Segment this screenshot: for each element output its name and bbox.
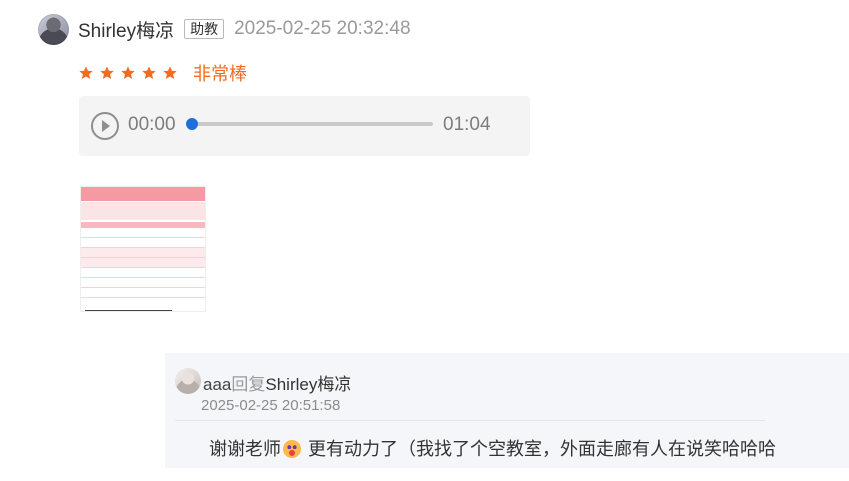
rating-label: 非常棒 — [193, 64, 247, 84]
reply-divider — [175, 420, 765, 421]
star-rating: 非常棒 — [78, 60, 247, 86]
thumb-table-row — [81, 288, 205, 298]
audio-progress-track[interactable] — [189, 122, 433, 126]
thumb-footer-text — [85, 300, 172, 311]
reply-text-part: 谢谢老师 — [209, 439, 281, 459]
thumb-table-row — [81, 258, 205, 268]
play-icon[interactable] — [91, 112, 119, 140]
thumb-table-row — [81, 268, 205, 278]
reply-target-name[interactable]: Shirley梅凉 — [265, 375, 351, 394]
thumb-table-row — [81, 228, 205, 238]
audio-current-time: 00:00 — [128, 114, 176, 135]
reply-content: 谢谢老师 更有动力了（我找了个空教室，外面走廊有人在说笑哈哈哈 — [209, 435, 776, 461]
star-icon — [162, 65, 178, 81]
author-avatar[interactable] — [38, 13, 69, 45]
star-icon — [120, 65, 136, 81]
star-icon — [141, 65, 157, 81]
audio-duration: 01:04 — [443, 114, 491, 135]
star-icon — [78, 65, 94, 81]
thumb-table-row — [81, 278, 205, 288]
thumb-table-row — [81, 248, 205, 258]
audio-player: 00:00 01:04 — [79, 96, 530, 156]
reply-card: aaa回复Shirley梅凉 2025-02-25 20:51:58 谢谢老师 … — [165, 353, 849, 468]
crying-face-emoji-icon — [283, 440, 301, 458]
thumb-table-row — [81, 238, 205, 248]
post-timestamp: 2025-02-25 20:32:48 — [234, 18, 411, 39]
author-name[interactable]: Shirley梅凉 — [78, 16, 174, 43]
attachment-image-thumbnail[interactable] — [80, 186, 206, 312]
thumb-title-bar — [81, 187, 205, 201]
reply-verb: 回复 — [231, 375, 266, 394]
replier-avatar[interactable] — [175, 368, 201, 394]
audio-progress-handle[interactable] — [186, 118, 198, 130]
reply-text-part: 更有动力了（我找了个空教室，外面走廊有人在说笑哈哈哈 — [303, 439, 776, 459]
role-badge: 助教 — [184, 19, 225, 39]
reply-timestamp: 2025-02-25 20:51:58 — [201, 397, 341, 414]
reply-header: aaa回复Shirley梅凉 — [203, 370, 351, 395]
review-header: Shirley梅凉 助教 2025-02-25 20:32:48 — [38, 13, 411, 45]
thumb-subtitle-block — [81, 202, 205, 220]
star-icon — [99, 65, 115, 81]
replier-name[interactable]: aaa — [203, 375, 231, 394]
